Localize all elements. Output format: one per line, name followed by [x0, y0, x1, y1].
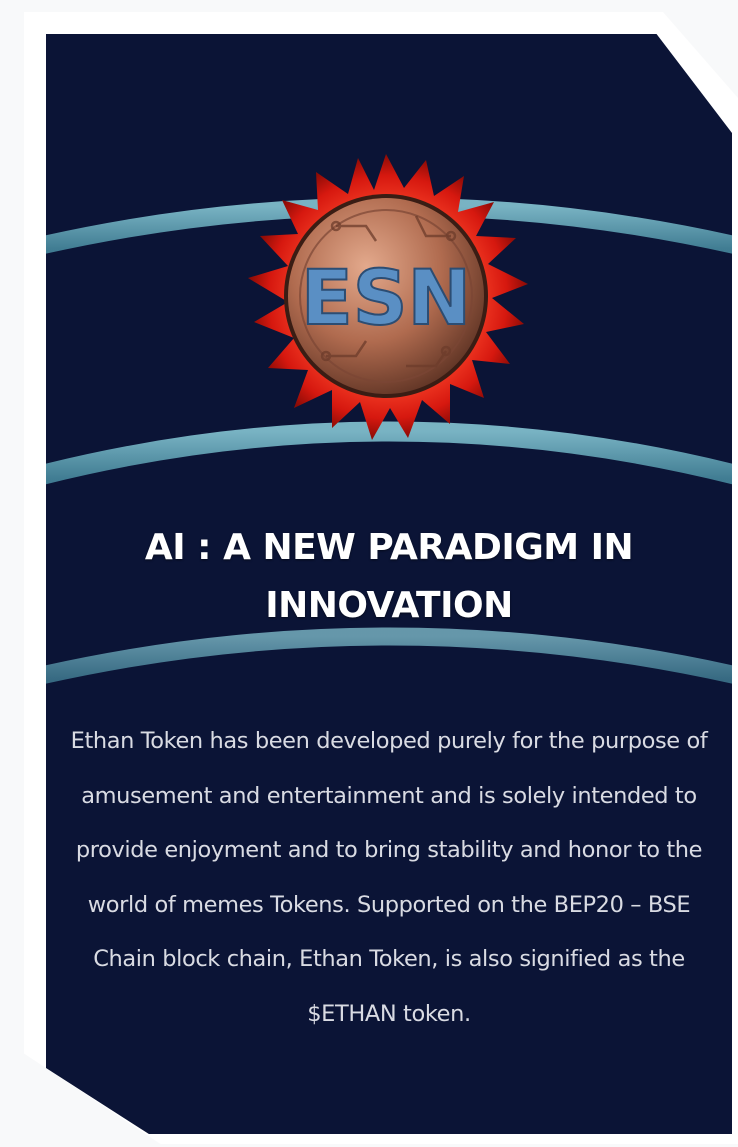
arc-lower — [46, 627, 732, 688]
info-card: ESN AI : A NEW PARADIGM IN INNOVATION Et… — [46, 34, 732, 1134]
card-body-text: Ethan Token has been developed purely fo… — [70, 728, 708, 1027]
page: ESN AI : A NEW PARADIGM IN INNOVATION Et… — [0, 0, 738, 1147]
card-title: AI : A NEW PARADIGM IN INNOVATION — [144, 527, 634, 626]
logo-letters: ESN — [301, 253, 471, 342]
coin-logo: ESN — [236, 146, 536, 446]
